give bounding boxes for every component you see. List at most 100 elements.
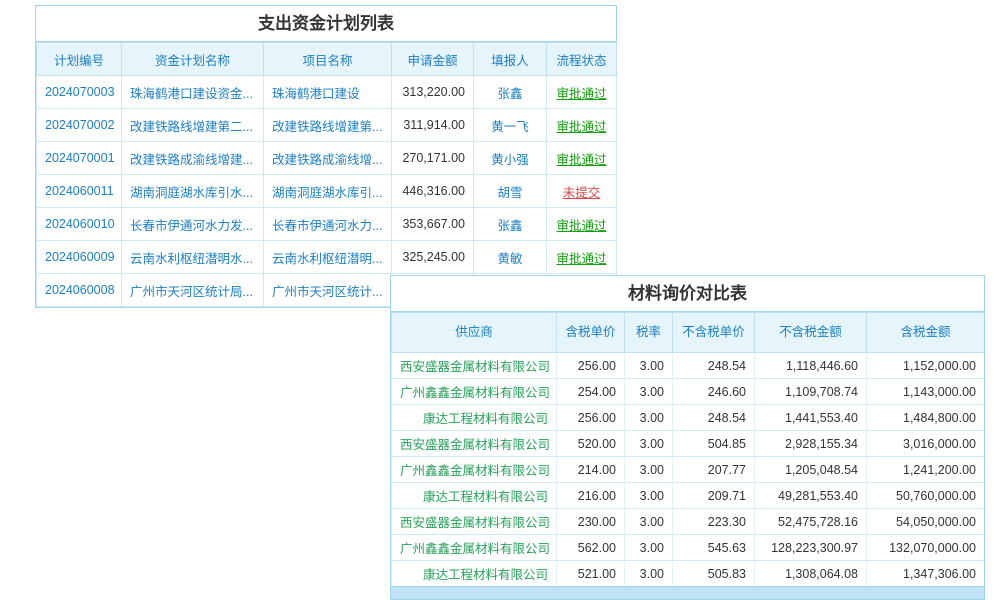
cell-amount-with-tax: 1,347,306.00	[867, 561, 985, 587]
column-header-filler: 填报人	[474, 43, 547, 76]
cell-fund-plan-name[interactable]: 改建铁路成渝线增建...	[122, 142, 264, 175]
table-row: 西安盛器金属材料有限公司256.003.00248.541,118,446.60…	[392, 353, 985, 379]
cell-fund-plan-name[interactable]: 珠海鹤港口建设资金...	[122, 76, 264, 109]
cell-filler: 黄一飞	[474, 109, 547, 142]
cell-plan-id[interactable]: 2024060009	[37, 241, 122, 274]
table-row: 康达工程材料有限公司216.003.00209.7149,281,553.405…	[392, 483, 985, 509]
cell-filler: 黄敏	[474, 241, 547, 274]
cell-plan-id[interactable]: 2024070001	[37, 142, 122, 175]
cell-price-no-tax: 209.71	[673, 483, 755, 509]
expenditure-plan-panel: 支出资金计划列表 计划编号 资金计划名称 项目名称 申请金额 填报人 流程状态 …	[35, 5, 617, 308]
column-header-supplier: 供应商	[392, 313, 557, 353]
cell-amount-no-tax: 52,475,728.16	[755, 509, 867, 535]
table-row: 2024070002改建铁路线增建第二...改建铁路线增建第...311,914…	[37, 109, 617, 142]
cell-apply-amount: 353,667.00	[392, 208, 474, 241]
cell-amount-with-tax: 3,016,000.00	[867, 431, 985, 457]
cell-flow-status[interactable]: 未提交	[547, 175, 617, 208]
column-header-fund-plan-name: 资金计划名称	[122, 43, 264, 76]
column-header-amount-with-tax: 含税金额	[867, 313, 985, 353]
cell-plan-id[interactable]: 2024060010	[37, 208, 122, 241]
cell-amount-with-tax: 1,241,200.00	[867, 457, 985, 483]
cell-plan-id[interactable]: 2024070003	[37, 76, 122, 109]
cell-price-no-tax: 248.54	[673, 405, 755, 431]
cell-amount-with-tax: 54,050,000.00	[867, 509, 985, 535]
cell-apply-amount: 311,914.00	[392, 109, 474, 142]
column-header-tax-rate: 税率	[625, 313, 673, 353]
cell-supplier: 康达工程材料有限公司	[392, 483, 557, 509]
cell-apply-amount: 446,316.00	[392, 175, 474, 208]
table-row: 2024070003珠海鹤港口建设资金...珠海鹤港口建设313,220.00张…	[37, 76, 617, 109]
cell-fund-plan-name[interactable]: 云南水利枢纽潜明水...	[122, 241, 264, 274]
cell-project-name[interactable]: 长春市伊通河水力...	[264, 208, 392, 241]
cell-price-no-tax: 505.83	[673, 561, 755, 587]
pagination-bar-partial	[391, 586, 984, 599]
cell-tax-rate: 3.00	[625, 535, 673, 561]
table-row: 2024070001改建铁路成渝线增建...改建铁路成渝线增...270,171…	[37, 142, 617, 175]
cell-tax-rate: 3.00	[625, 353, 673, 379]
cell-project-name[interactable]: 珠海鹤港口建设	[264, 76, 392, 109]
cell-price-no-tax: 545.63	[673, 535, 755, 561]
cell-amount-with-tax: 1,152,000.00	[867, 353, 985, 379]
column-header-apply-amount: 申请金额	[392, 43, 474, 76]
cell-price-with-tax: 256.00	[557, 405, 625, 431]
cell-fund-plan-name[interactable]: 长春市伊通河水力发...	[122, 208, 264, 241]
cell-price-with-tax: 520.00	[557, 431, 625, 457]
cell-plan-id[interactable]: 2024060011	[37, 175, 122, 208]
table-row: 西安盛器金属材料有限公司230.003.00223.3052,475,728.1…	[392, 509, 985, 535]
cell-project-name[interactable]: 广州市天河区统计...	[264, 274, 392, 307]
cell-apply-amount: 270,171.00	[392, 142, 474, 175]
cell-price-no-tax: 248.54	[673, 353, 755, 379]
cell-supplier: 康达工程材料有限公司	[392, 405, 557, 431]
cell-supplier: 康达工程材料有限公司	[392, 561, 557, 587]
cell-supplier: 西安盛器金属材料有限公司	[392, 509, 557, 535]
cell-tax-rate: 3.00	[625, 379, 673, 405]
cell-tax-rate: 3.00	[625, 509, 673, 535]
cell-apply-amount: 325,245.00	[392, 241, 474, 274]
table-row: 广州鑫鑫金属材料有限公司214.003.00207.771,205,048.54…	[392, 457, 985, 483]
cell-flow-status[interactable]: 审批通过	[547, 142, 617, 175]
cell-amount-with-tax: 132,070,000.00	[867, 535, 985, 561]
cell-amount-no-tax: 2,928,155.34	[755, 431, 867, 457]
cell-price-no-tax: 207.77	[673, 457, 755, 483]
cell-price-with-tax: 216.00	[557, 483, 625, 509]
cell-price-with-tax: 256.00	[557, 353, 625, 379]
cell-plan-id[interactable]: 2024070002	[37, 109, 122, 142]
column-header-price-no-tax: 不含税单价	[673, 313, 755, 353]
cell-project-name[interactable]: 改建铁路成渝线增...	[264, 142, 392, 175]
column-header-plan-id: 计划编号	[37, 43, 122, 76]
expenditure-plan-title: 支出资金计划列表	[36, 6, 616, 42]
cell-flow-status[interactable]: 审批通过	[547, 109, 617, 142]
cell-flow-status[interactable]: 审批通过	[547, 208, 617, 241]
table-row: 康达工程材料有限公司256.003.00248.541,441,553.401,…	[392, 405, 985, 431]
cell-price-with-tax: 230.00	[557, 509, 625, 535]
expenditure-plan-table: 计划编号 资金计划名称 项目名称 申请金额 填报人 流程状态 202407000…	[36, 42, 617, 307]
expenditure-plan-header-row: 计划编号 资金计划名称 项目名称 申请金额 填报人 流程状态	[37, 43, 617, 76]
cell-tax-rate: 3.00	[625, 431, 673, 457]
cell-filler: 黄小强	[474, 142, 547, 175]
table-row: 2024060011湖南洞庭湖水库引水...湖南洞庭湖水库引...446,316…	[37, 175, 617, 208]
cell-price-with-tax: 214.00	[557, 457, 625, 483]
cell-supplier: 广州鑫鑫金属材料有限公司	[392, 457, 557, 483]
cell-supplier: 广州鑫鑫金属材料有限公司	[392, 379, 557, 405]
cell-project-name[interactable]: 改建铁路线增建第...	[264, 109, 392, 142]
cell-supplier: 广州鑫鑫金属材料有限公司	[392, 535, 557, 561]
cell-flow-status[interactable]: 审批通过	[547, 76, 617, 109]
cell-fund-plan-name[interactable]: 改建铁路线增建第二...	[122, 109, 264, 142]
cell-fund-plan-name[interactable]: 湖南洞庭湖水库引水...	[122, 175, 264, 208]
column-header-project-name: 项目名称	[264, 43, 392, 76]
cell-amount-no-tax: 1,441,553.40	[755, 405, 867, 431]
table-row: 康达工程材料有限公司521.003.00505.831,308,064.081,…	[392, 561, 985, 587]
material-inquiry-title: 材料询价对比表	[391, 276, 984, 312]
table-row: 2024060010长春市伊通河水力发...长春市伊通河水力...353,667…	[37, 208, 617, 241]
cell-plan-id[interactable]: 2024060008	[37, 274, 122, 307]
column-header-price-with-tax: 含税单价	[557, 313, 625, 353]
cell-tax-rate: 3.00	[625, 483, 673, 509]
cell-project-name[interactable]: 云南水利枢纽潜明...	[264, 241, 392, 274]
cell-flow-status[interactable]: 审批通过	[547, 241, 617, 274]
column-header-flow-status: 流程状态	[547, 43, 617, 76]
cell-fund-plan-name[interactable]: 广州市天河区统计局...	[122, 274, 264, 307]
cell-project-name[interactable]: 湖南洞庭湖水库引...	[264, 175, 392, 208]
cell-amount-no-tax: 1,308,064.08	[755, 561, 867, 587]
cell-filler: 胡雪	[474, 175, 547, 208]
material-inquiry-table: 供应商 含税单价 税率 不含税单价 不含税金额 含税金额 西安盛器金属材料有限公…	[391, 312, 985, 587]
